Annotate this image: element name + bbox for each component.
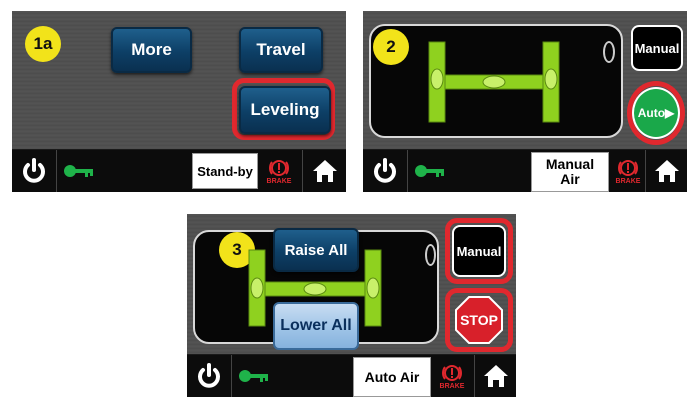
stop-label: STOP: [460, 312, 498, 328]
status-line-1: Manual: [545, 156, 595, 172]
status-display: Stand-by: [192, 153, 258, 189]
lower-all-button[interactable]: Lower All: [273, 302, 359, 350]
screen-2: 2 Manual Auto▶ Manual Air BRAKE: [363, 11, 687, 192]
key-icon: [415, 165, 444, 177]
home-button[interactable]: [474, 355, 516, 397]
bottom-bar: Manual Air BRAKE: [363, 150, 687, 192]
oval-marker: [425, 244, 436, 266]
power-icon: [23, 158, 45, 183]
screen-1a: 1a More Travel Leveling Stand-by BRAKE: [12, 11, 346, 192]
key-indicator: [62, 158, 96, 184]
brake-label: BRAKE: [439, 382, 465, 390]
home-button[interactable]: [645, 150, 687, 192]
auto-label: Auto▶: [637, 106, 675, 120]
leveling-button[interactable]: Leveling: [239, 86, 331, 134]
brake-indicator: BRAKE: [611, 154, 645, 188]
brake-label: BRAKE: [266, 177, 292, 185]
travel-button[interactable]: Travel: [239, 27, 323, 73]
auto-button[interactable]: Auto▶: [632, 87, 680, 139]
brake-icon: [618, 159, 638, 176]
home-icon: [655, 160, 679, 182]
power-button[interactable]: [12, 150, 57, 192]
manual-button[interactable]: Manual: [452, 225, 506, 277]
bottom-bar: Auto Air BRAKE: [187, 355, 516, 397]
key-indicator: [413, 158, 447, 184]
power-icon: [198, 363, 220, 388]
key-icon: [239, 370, 268, 382]
home-icon: [313, 160, 337, 182]
brake-icon: [269, 159, 289, 176]
power-button[interactable]: [187, 355, 232, 397]
status-display: Auto Air: [353, 357, 431, 397]
bottom-bar: Stand-by BRAKE: [12, 150, 346, 192]
status-line-2: Air: [560, 171, 580, 187]
manual-button[interactable]: Manual: [631, 25, 683, 71]
status-display: Manual Air: [531, 152, 609, 192]
stop-button[interactable]: STOP: [455, 296, 503, 344]
step-badge: 2: [373, 29, 409, 65]
raise-all-button[interactable]: Raise All: [273, 228, 359, 272]
power-button[interactable]: [363, 150, 408, 192]
brake-label: BRAKE: [615, 177, 641, 185]
brake-indicator: BRAKE: [435, 359, 469, 393]
key-icon: [64, 165, 93, 177]
key-indicator: [237, 363, 271, 389]
brake-indicator: BRAKE: [262, 154, 296, 188]
level-indicator: [428, 41, 560, 123]
oval-marker: [603, 41, 615, 63]
screen-3: 3 Raise All Lower All Manual STOP Auto A…: [187, 214, 516, 397]
more-button[interactable]: More: [111, 27, 192, 73]
step-badge: 1a: [25, 26, 61, 62]
power-icon: [374, 158, 396, 183]
brake-icon: [442, 364, 462, 381]
home-button[interactable]: [302, 150, 346, 192]
home-icon: [484, 365, 508, 387]
